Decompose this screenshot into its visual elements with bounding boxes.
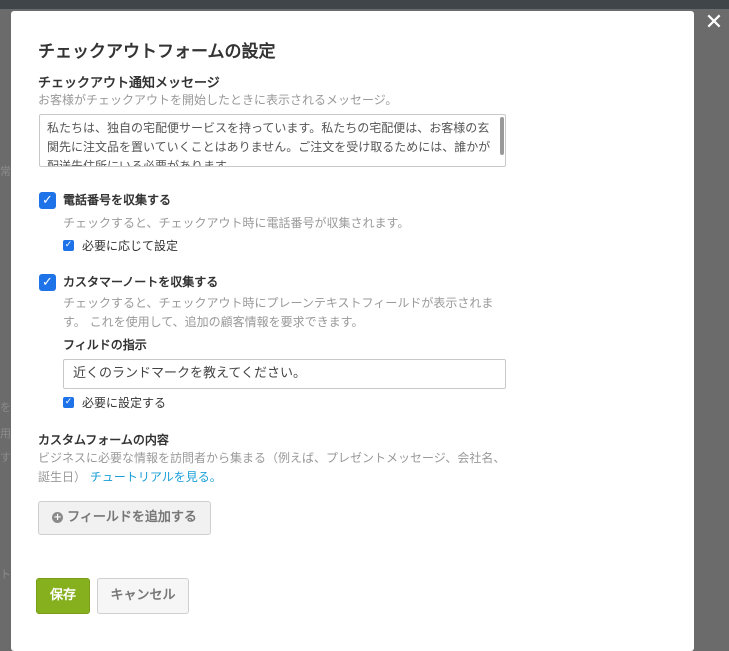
collect-phone-hint: チェックすると、チェックアウト時に電話番号が収集されます。 xyxy=(63,216,410,230)
collect-note-hint: チェックすると、チェックアウト時にプレーンテキストフィールドが表示されます。 こ… xyxy=(63,296,494,329)
field-instruction-label: フィルドの指示 xyxy=(63,338,147,352)
backdrop-top-bar xyxy=(0,0,729,9)
note-required-checkbox[interactable]: ✓ xyxy=(63,397,74,408)
tutorial-link[interactable]: チュートリアルを見る。 xyxy=(90,470,222,484)
add-field-label: フィールドを追加する xyxy=(67,510,197,525)
notification-label: チェックアウト通知メッセージ xyxy=(38,76,220,91)
collect-note-checkbox[interactable]: ✓ xyxy=(39,274,56,291)
save-button[interactable]: 保存 xyxy=(36,578,90,614)
textarea-scrollbar[interactable] xyxy=(500,117,504,155)
collect-note-label: カスタマーノートを収集する xyxy=(63,275,219,289)
note-required-label: 必要に設定する xyxy=(82,396,167,410)
cancel-button[interactable]: キャンセル xyxy=(97,578,189,614)
phone-required-label: 必要に応じて設定 xyxy=(82,239,179,253)
custom-form-hint: ビジネスに必要な情報を訪問者から集まる（例えば、プレゼントメッセージ、会社名、誕… xyxy=(38,449,508,487)
phone-required-checkbox[interactable]: ✓ xyxy=(63,240,74,251)
custom-form-label: カスタムフォームの内容 xyxy=(38,433,169,447)
close-icon[interactable]: ✕ xyxy=(702,9,726,37)
field-instruction-input[interactable]: 近くのランドマークを教えてください。 xyxy=(63,359,506,389)
notification-hint: お客様がチェックアウトを開始したときに表示されるメッセージ。 xyxy=(38,93,398,107)
modal-title: チェックアウトフォームの設定 xyxy=(38,42,276,62)
plus-circle-icon: + xyxy=(52,512,64,523)
collect-phone-label: 電話番号を収集する xyxy=(63,193,172,207)
add-field-button[interactable]: + フィールドを追加する xyxy=(38,501,211,535)
checkout-settings-modal: チェックアウトフォームの設定 チェックアウト通知メッセージ お客様がチェックアウ… xyxy=(11,11,694,651)
notification-message-text: 私たちは、独自の宅配便サービスを持っています。私たちの宅配便は、お客様の玄関先に… xyxy=(47,121,491,167)
notification-message-textarea[interactable]: 私たちは、独自の宅配便サービスを持っています。私たちの宅配便は、お客様の玄関先に… xyxy=(39,114,506,167)
collect-phone-checkbox[interactable]: ✓ xyxy=(39,192,56,209)
